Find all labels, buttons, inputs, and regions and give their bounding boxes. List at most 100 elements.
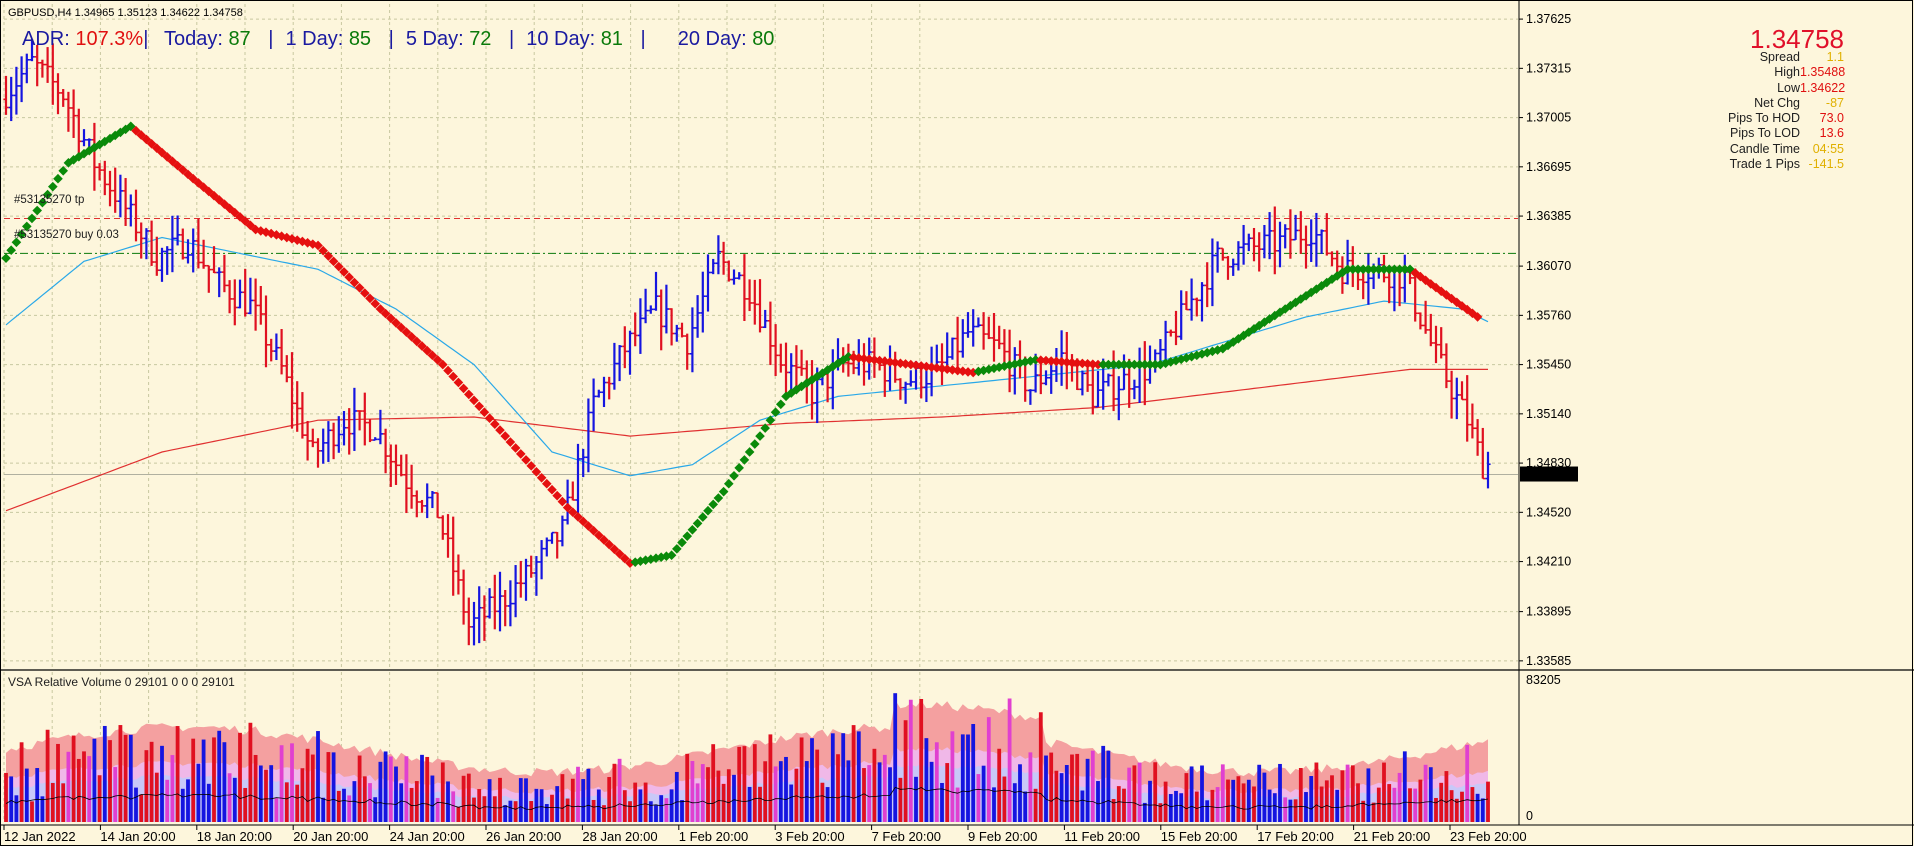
volume-bar xyxy=(118,725,123,822)
volume-axis-top: 83205 xyxy=(1526,673,1561,687)
price-bar xyxy=(263,295,269,368)
volume-bar xyxy=(591,799,596,822)
volume-bar xyxy=(1070,754,1074,822)
price-bar xyxy=(367,419,373,443)
volume-bar xyxy=(1444,771,1449,822)
price-tick-label: 1.34210 xyxy=(1526,555,1571,569)
volume-bar xyxy=(1262,772,1267,822)
volume-bar xyxy=(1215,787,1220,822)
volume-bar xyxy=(40,796,45,822)
volume-bar xyxy=(1044,755,1048,822)
volume-bar xyxy=(425,756,430,822)
price-bar xyxy=(471,601,477,646)
price-bar xyxy=(237,279,243,309)
price-bar xyxy=(211,246,217,274)
price-bar xyxy=(637,298,643,354)
price-bar xyxy=(606,376,612,400)
price-bar xyxy=(1475,419,1481,456)
price-bar xyxy=(523,558,529,601)
volume-bar xyxy=(212,737,216,822)
trend-dot xyxy=(718,486,729,497)
volume-bar xyxy=(154,772,159,822)
order-tp-label[interactable]: #53135270 tp xyxy=(14,194,84,206)
price-bar xyxy=(133,189,139,242)
volume-bar xyxy=(1293,799,1298,822)
volume-bar xyxy=(1106,750,1111,822)
volume-bar xyxy=(1309,776,1314,822)
volume-bar xyxy=(300,768,305,822)
volume-bar xyxy=(1142,802,1147,822)
volume-bar xyxy=(1059,773,1064,822)
separator: | xyxy=(640,28,646,50)
price-bar xyxy=(757,279,763,333)
volume-bar xyxy=(227,773,232,822)
volume-bar xyxy=(144,750,149,822)
price-bar xyxy=(648,305,654,314)
volume-bar xyxy=(388,756,393,822)
volume-bar xyxy=(794,768,799,822)
price-bar xyxy=(377,409,383,445)
volume-bar xyxy=(747,786,752,822)
price-bar xyxy=(513,565,519,618)
volume-bar xyxy=(539,789,544,822)
price-bar xyxy=(611,342,617,390)
volume-bar xyxy=(1028,752,1033,822)
d20-label: 20 Day: xyxy=(677,28,753,50)
price-bar xyxy=(154,236,160,276)
price-bar xyxy=(206,264,212,293)
volume-bar xyxy=(1153,762,1158,822)
volume-bar xyxy=(555,786,560,822)
price-bar xyxy=(1319,229,1325,254)
volume-bar xyxy=(264,769,268,822)
price-bar xyxy=(440,515,446,540)
volume-bar xyxy=(1179,793,1184,822)
volume-bar xyxy=(726,769,731,822)
price-bar xyxy=(50,43,56,105)
volume-bar xyxy=(269,765,274,822)
volume-bar xyxy=(950,731,955,822)
current-price-tag-label: 1.34758 xyxy=(1524,468,1569,482)
volume-bar xyxy=(654,805,658,822)
price-bar xyxy=(1163,320,1169,364)
price-bar xyxy=(19,56,25,103)
order-buy-label[interactable]: #53135270 buy 0.03 xyxy=(14,229,119,241)
trend-dot xyxy=(27,213,37,224)
volume-bar xyxy=(524,778,528,822)
price-bar xyxy=(1303,225,1309,269)
price-bar xyxy=(903,381,909,404)
price-bar xyxy=(944,332,950,370)
volume-bar xyxy=(186,779,190,822)
price-bar xyxy=(13,66,19,115)
volume-bar xyxy=(134,787,138,822)
price-bar xyxy=(299,392,305,439)
volume-bar xyxy=(1064,765,1069,822)
volume-bar xyxy=(1163,781,1168,822)
volume-bar xyxy=(472,797,476,822)
stat-value: -141.5 xyxy=(1808,157,1844,172)
volume-bar xyxy=(1236,776,1241,822)
volume-bar xyxy=(61,783,66,822)
volume-bar xyxy=(108,740,112,822)
price-bar xyxy=(1449,370,1455,419)
price-bar xyxy=(232,279,238,326)
stat-label: Pips To HOD xyxy=(1727,111,1800,126)
volume-bar xyxy=(1075,753,1080,822)
volume-bar xyxy=(1189,766,1194,822)
price-bar xyxy=(1485,451,1491,489)
volume-bar xyxy=(383,751,388,822)
volume-bar xyxy=(30,801,34,822)
trend-dot xyxy=(739,455,750,465)
volume-bar xyxy=(1184,773,1189,822)
volume-bar xyxy=(461,775,466,822)
volume-bar xyxy=(1246,779,1251,822)
volume-bar xyxy=(1418,779,1423,822)
price-bar xyxy=(1178,290,1184,340)
volume-bar xyxy=(1085,758,1090,822)
volume-bar xyxy=(446,781,450,822)
price-bar xyxy=(289,352,295,429)
chart-canvas[interactable]: 1.37625 1.37315 1.37005 1.36695 1.36385 1.360… xyxy=(0,0,1914,846)
price-bar xyxy=(617,345,623,382)
volume-bar xyxy=(1049,752,1054,822)
price-tick-label: 1.33895 xyxy=(1526,605,1571,619)
volume-bar xyxy=(612,763,617,822)
